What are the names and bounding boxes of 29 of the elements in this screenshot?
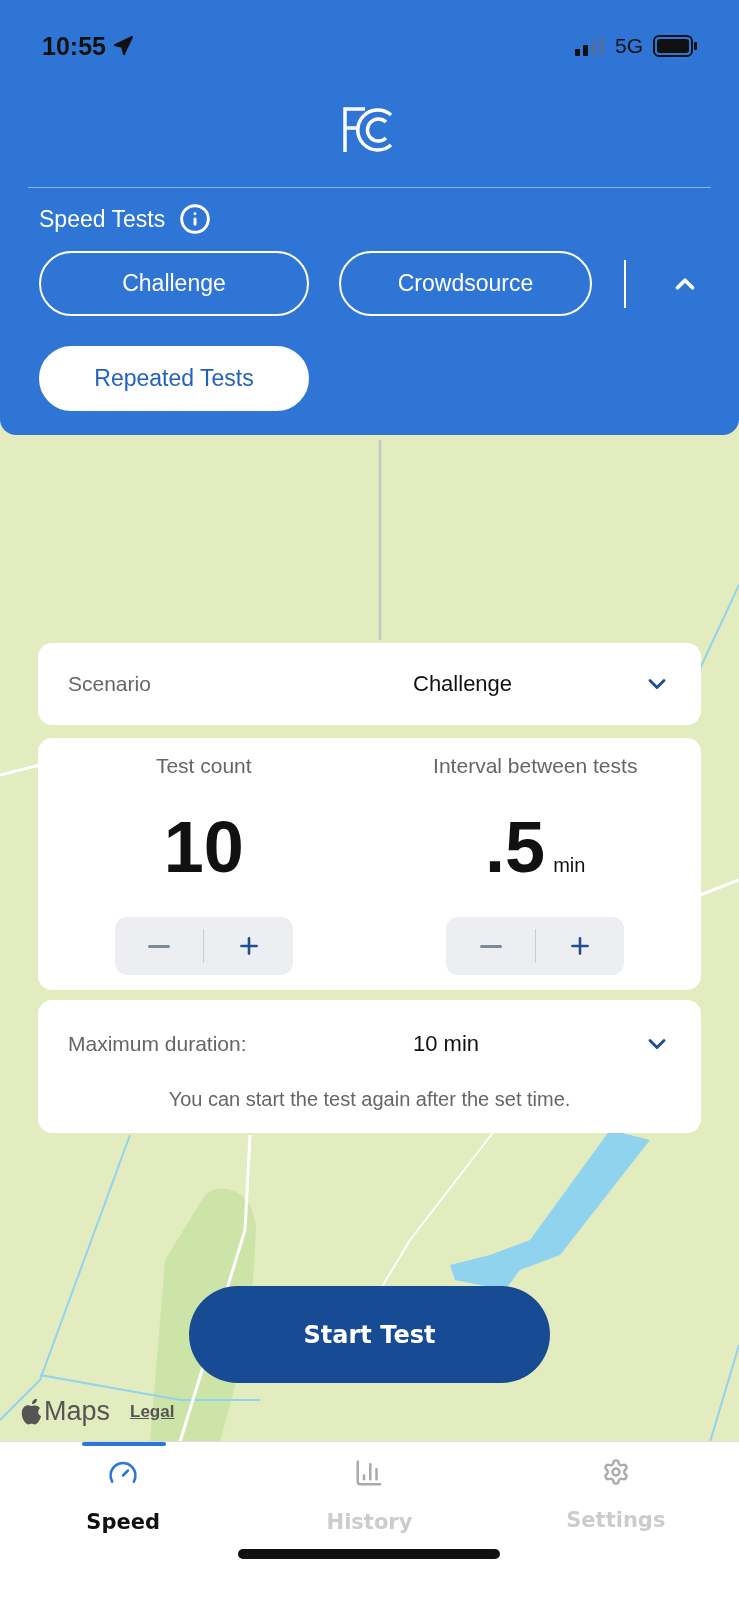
counter-label: Test count <box>155 754 252 779</box>
start-test-button[interactable]: Start Test <box>189 1286 550 1383</box>
info-icon[interactable] <box>179 203 212 235</box>
test-type-button[interactable]: Challenge <box>39 251 309 316</box>
minus-icon <box>479 944 502 948</box>
location-arrow-icon <box>111 35 134 57</box>
duration-label: Maximum duration: <box>68 1032 248 1056</box>
unit-label: min <box>553 854 586 877</box>
duration-value: 10 min <box>413 1031 481 1057</box>
counter-value: .5 <box>485 806 546 888</box>
home-indicator[interactable] <box>238 1549 500 1559</box>
duration-note: You can start the test again after the set time. <box>167 1088 572 1112</box>
legal-link[interactable]: Legal <box>130 1401 175 1422</box>
settings-icon <box>601 1458 630 1486</box>
test-type-button[interactable]: Repeated Tests <box>39 346 309 411</box>
test-type-button[interactable]: Crowdsource <box>339 251 592 316</box>
status-time: 10:55 <box>42 31 106 61</box>
counter-label: Interval between tests <box>433 754 638 779</box>
apple-icon <box>20 1398 42 1425</box>
network-type: 5G <box>615 34 643 58</box>
battery-icon <box>653 35 697 57</box>
maps-attribution: Maps <box>44 1396 111 1427</box>
signal-icon <box>575 36 605 56</box>
scenario-value: Challenge <box>413 671 514 697</box>
tab-item[interactable]: Speed <box>0 1442 247 1552</box>
scenario-label: Scenario <box>68 672 152 696</box>
section-title: Speed Tests <box>39 205 166 233</box>
counter-value: 10 <box>163 806 244 888</box>
minus-icon <box>148 944 170 948</box>
